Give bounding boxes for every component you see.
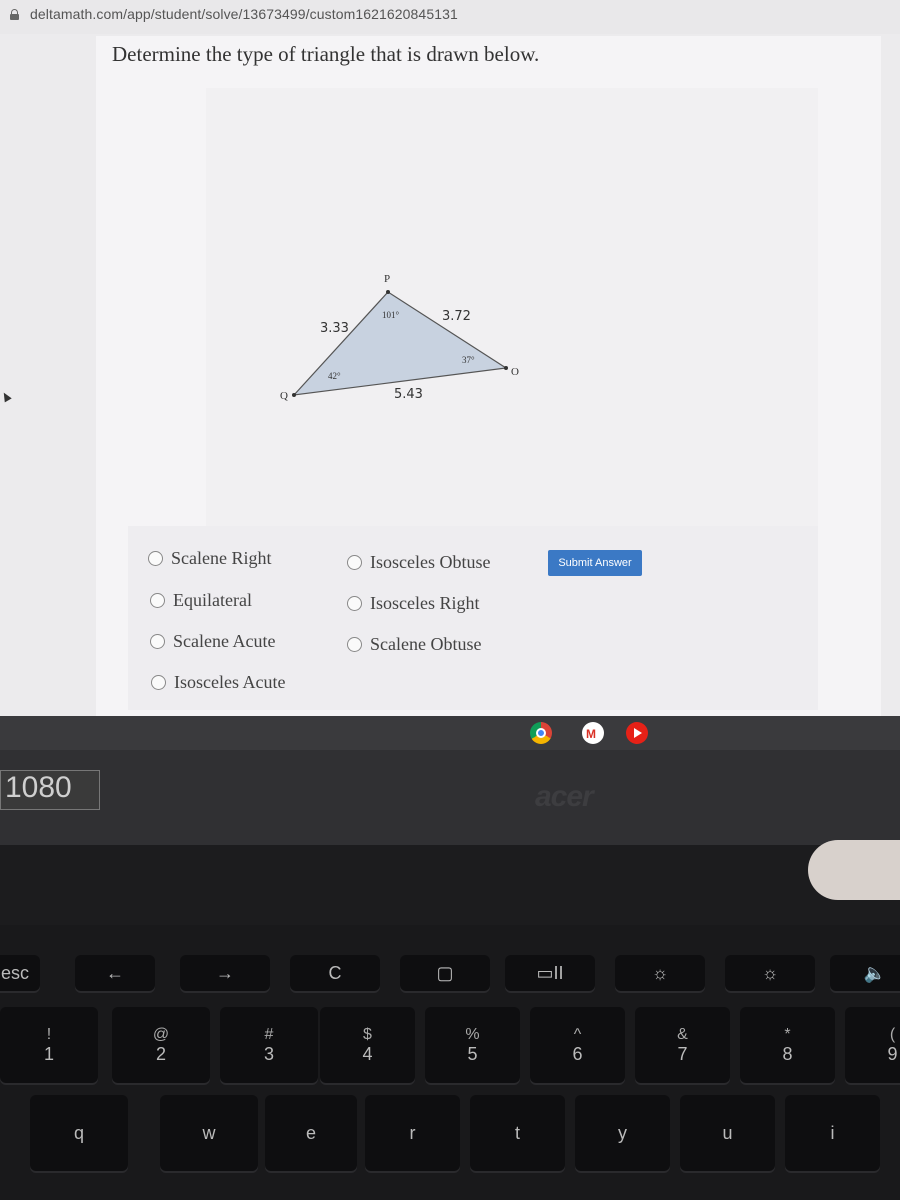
resolution-sticker: 1080 [0,770,100,810]
radio-button[interactable] [148,551,163,566]
key-9[interactable]: (9 [845,1007,900,1083]
key-6[interactable]: ^ 6 [530,1007,625,1083]
lock-icon [10,9,19,20]
angle-label-q: 42° [328,371,341,381]
brand-logo: acer [535,780,594,813]
address-bar[interactable]: deltamath.com/app/student/solve/13673499… [0,0,900,34]
key-u[interactable]: u [680,1095,775,1171]
key-3[interactable]: #3 [220,1007,318,1083]
key-8[interactable]: * 8 [740,1007,835,1083]
submit-answer-button[interactable]: Submit Answer [548,550,642,576]
radio-button[interactable] [347,637,362,652]
vertex-label-p: P [384,273,390,285]
key-w[interactable]: w [160,1095,258,1171]
option-isosceles-obtuse[interactable]: Isosceles Obtuse [347,552,490,573]
triangle-svg: P Q O 101° 42° 37° 3.33 3.72 5.43 [280,273,519,402]
triangle-shape [292,291,508,396]
key-brightness-down[interactable]: ☼ [615,955,705,991]
radio-button[interactable] [151,675,166,690]
vertex-o-dot [504,366,508,370]
option-equilateral[interactable]: Equilateral [150,590,252,611]
key-1[interactable]: ! 1 [0,1007,98,1083]
key-overview[interactable]: ▭II [505,955,595,991]
radio-button[interactable] [150,634,165,649]
key-q[interactable]: q [30,1095,128,1171]
key-y[interactable]: y [575,1095,670,1171]
hinge-cap [808,840,900,900]
os-shelf [0,716,900,750]
side-label-pq: 3.33 [320,321,349,336]
radio-button[interactable] [347,596,362,611]
key-refresh[interactable]: C [290,955,380,991]
key-r[interactable]: r [365,1095,460,1171]
key-forward[interactable]: → [180,955,270,991]
option-label: Scalene Right [171,548,272,568]
url-text[interactable]: deltamath.com/app/student/solve/13673499… [30,6,458,22]
option-label: Isosceles Obtuse [370,552,491,572]
key-7[interactable]: & 7 [635,1007,730,1083]
side-label-qo: 5.43 [394,387,423,402]
option-label: Scalene Acute [173,631,276,651]
option-label: Isosceles Acute [174,672,286,692]
laptop-hinge [0,845,900,925]
side-label-po: 3.72 [442,309,471,324]
option-scalene-acute[interactable]: Scalene Acute [150,631,275,652]
option-label: Scalene Obtuse [370,634,482,654]
browser-screen: deltamath.com/app/student/solve/13673499… [0,0,900,720]
angle-label-p: 101° [382,310,400,320]
chrome-icon[interactable] [530,722,552,744]
key-mute[interactable]: 🔈 [830,955,900,991]
triangle-figure: P Q O 101° 42° 37° 3.33 3.72 5.43 [206,88,818,526]
option-label: Isosceles Right [370,593,480,613]
vertex-p-dot [386,290,390,294]
key-fullscreen[interactable]: ▢ [400,955,490,991]
option-label: Equilateral [173,590,252,610]
laptop-bezel [0,750,900,845]
option-scalene-obtuse[interactable]: Scalene Obtuse [347,634,481,655]
vertex-q-dot [292,393,296,397]
radio-button[interactable] [150,593,165,608]
key-back[interactable]: ← [75,955,155,991]
question-prompt: Determine the type of triangle that is d… [112,42,540,66]
key-brightness-up[interactable]: ☼ [725,955,815,991]
key-4[interactable]: $4 [320,1007,415,1083]
angle-label-o: 37° [462,355,475,365]
key-e[interactable]: e [265,1095,357,1171]
gmail-icon[interactable]: M [582,722,604,744]
option-isosceles-acute[interactable]: Isosceles Acute [151,672,285,693]
youtube-icon[interactable] [626,722,648,744]
key-5[interactable]: % 5 [425,1007,520,1083]
key-esc[interactable]: esc [0,955,40,991]
vertex-label-q: Q [280,390,288,402]
key-i[interactable]: i [785,1095,880,1171]
key-2[interactable]: @2 [112,1007,210,1083]
mouse-cursor-icon [0,390,12,403]
vertex-label-o: O [511,366,519,378]
option-scalene-right[interactable]: Scalene Right [148,548,271,569]
keyboard: esc ← → C ▢ ▭II ☼ ☼ 🔈 ! 1 @2 #3 $4 % 5 ^ 6 … [0,925,900,1200]
radio-button[interactable] [347,555,362,570]
key-t[interactable]: t [470,1095,565,1171]
option-isosceles-right[interactable]: Isosceles Right [347,593,480,614]
